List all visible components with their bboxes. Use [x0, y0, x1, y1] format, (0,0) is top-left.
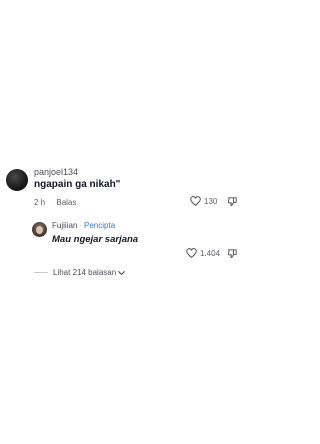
heart-icon	[186, 248, 197, 258]
reply-like-button[interactable]: 1.404	[186, 248, 220, 258]
comment-thread: panjoel134 ngapain ga nikah" 2 h Balas 1…	[0, 0, 250, 444]
reply-username-line: Fujiiian · Pencipta	[52, 221, 115, 230]
reply-username[interactable]: Fujiiian	[52, 221, 77, 230]
separator-dot: ·	[79, 221, 83, 230]
thumbs-down-icon	[227, 248, 238, 259]
thumbs-down-icon	[227, 196, 238, 207]
like-button[interactable]: 130	[190, 196, 217, 206]
comment-text: ngapain ga nikah"	[34, 179, 121, 190]
divider-line	[34, 272, 48, 273]
heart-icon	[190, 196, 201, 206]
reply-text: Mau ngejar sarjana	[52, 234, 139, 245]
comment-time: 2 h	[34, 198, 46, 207]
avatar[interactable]	[6, 169, 28, 191]
view-replies-label: Lihat 214 balasan	[53, 268, 117, 277]
chevron-down-icon	[118, 270, 125, 276]
dislike-button[interactable]	[227, 196, 238, 207]
comment-meta: 2 h Balas	[34, 198, 76, 207]
view-replies-button[interactable]: Lihat 214 balasan	[34, 268, 125, 277]
reply-avatar[interactable]	[32, 222, 47, 237]
comment-username[interactable]: panjoel134	[34, 167, 78, 177]
creator-badge: Pencipta	[84, 221, 116, 230]
reply-dislike-button[interactable]	[227, 248, 238, 259]
reply-button[interactable]: Balas	[56, 198, 76, 207]
reply-like-count: 1.404	[200, 248, 221, 258]
like-count: 130	[204, 196, 218, 206]
